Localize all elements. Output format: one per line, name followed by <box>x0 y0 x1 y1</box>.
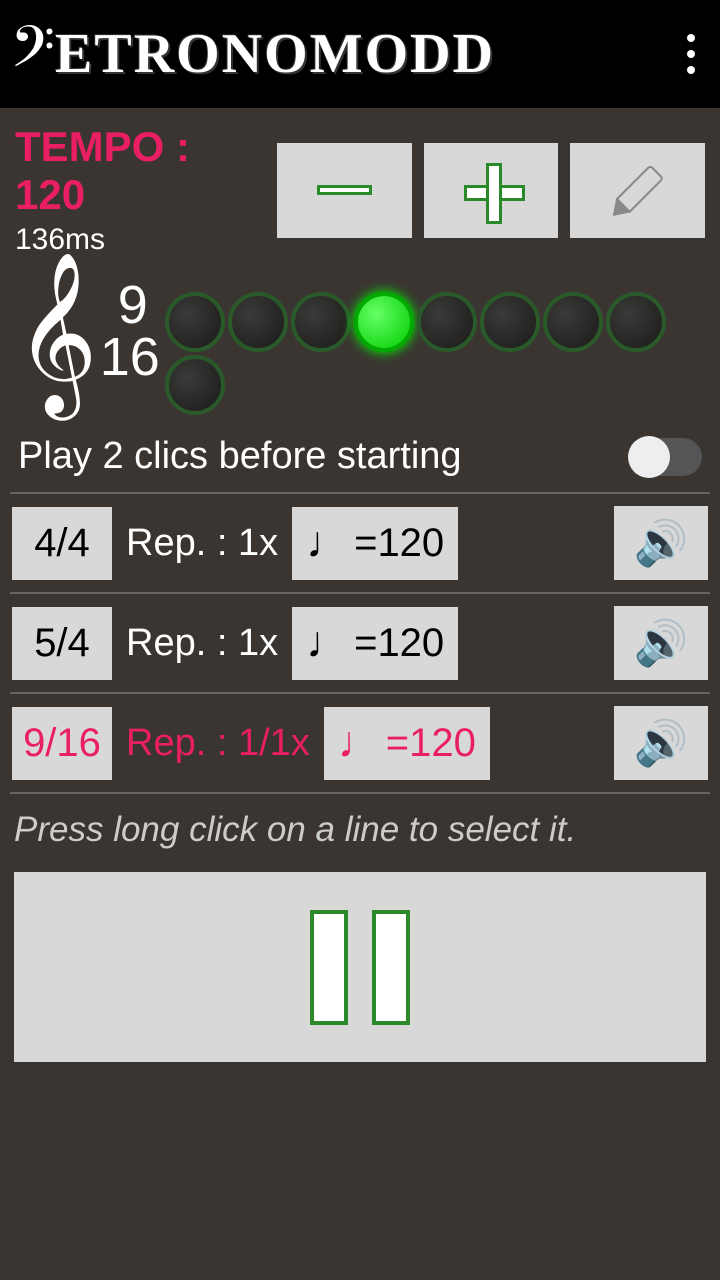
pre-clicks-row: Play 2 clics before starting <box>0 425 720 488</box>
speaker-icon: 🔊 <box>634 517 689 569</box>
bpm-button[interactable]: ♩=120 <box>324 707 490 780</box>
minus-icon <box>317 185 372 195</box>
speaker-icon: 🔊 <box>634 617 689 669</box>
divider <box>10 692 710 694</box>
bpm-button[interactable]: ♩=120 <box>292 607 458 680</box>
app-header: 𝄢 ETRONOMODD <box>0 0 720 108</box>
app-title: ETRONOMODD <box>55 22 495 86</box>
tempo-minus-button[interactable] <box>277 143 412 238</box>
app-logo: 𝄢 ETRONOMODD <box>10 19 495 89</box>
note-icon: ♩ <box>306 632 350 654</box>
beat-indicators <box>165 272 685 415</box>
beat-indicator[interactable] <box>228 292 288 352</box>
time-sig-button[interactable]: 4/4 <box>12 507 112 580</box>
beat-indicator[interactable] <box>165 292 225 352</box>
beat-indicator[interactable] <box>354 292 414 352</box>
pause-icon <box>372 910 410 1025</box>
beat-indicator[interactable] <box>165 355 225 415</box>
pre-clicks-toggle[interactable] <box>630 438 702 476</box>
tempo-display: TEMPO : 120 136ms <box>15 123 265 257</box>
beat-indicator[interactable] <box>543 292 603 352</box>
hint-text: Press long click on a line to select it. <box>0 798 720 862</box>
beat-indicator[interactable] <box>480 292 540 352</box>
bpm-button[interactable]: ♩=120 <box>292 507 458 580</box>
sound-button[interactable]: 🔊 <box>614 706 708 780</box>
repeat-label: Rep. : 1x <box>126 622 278 665</box>
pause-button[interactable] <box>14 872 706 1062</box>
beat-indicator[interactable] <box>417 292 477 352</box>
bass-clef-icon: 𝄢 <box>10 19 55 89</box>
sequence-row[interactable]: 5/4 Rep. : 1x ♩=120 🔊 <box>0 598 720 688</box>
beat-indicator[interactable] <box>291 292 351 352</box>
note-icon: ♩ <box>338 732 382 754</box>
tempo-controls: TEMPO : 120 136ms <box>0 108 720 262</box>
plus-icon <box>464 163 519 218</box>
time-signature: 9 16 <box>100 280 160 383</box>
tempo-label: TEMPO : 120 <box>15 123 265 219</box>
beat-indicator[interactable] <box>606 292 666 352</box>
speaker-icon: 🔊 <box>634 717 689 769</box>
sequence-row[interactable]: 4/4 Rep. : 1x ♩=120 🔊 <box>0 498 720 588</box>
time-sig-button[interactable]: 5/4 <box>12 607 112 680</box>
divider <box>10 492 710 494</box>
tempo-plus-button[interactable] <box>424 143 559 238</box>
pencil-icon <box>599 151 677 229</box>
sound-button[interactable]: 🔊 <box>614 606 708 680</box>
divider <box>10 592 710 594</box>
clef-block: 𝄞 9 16 <box>15 272 160 391</box>
divider <box>10 792 710 794</box>
tempo-ms: 136ms <box>15 223 265 257</box>
sequence-row[interactable]: 9/16 Rep. : 1/1x ♩=120 🔊 <box>0 698 720 788</box>
pause-icon <box>310 910 348 1025</box>
edit-button[interactable] <box>570 143 705 238</box>
note-icon: ♩ <box>306 532 350 554</box>
pre-clicks-label: Play 2 clics before starting <box>18 435 462 478</box>
repeat-label: Rep. : 1/1x <box>126 722 310 765</box>
staff-display: 𝄞 9 16 <box>0 262 720 425</box>
menu-icon[interactable] <box>687 34 695 74</box>
time-sig-button[interactable]: 9/16 <box>12 707 112 780</box>
repeat-label: Rep. : 1x <box>126 522 278 565</box>
treble-clef-icon: 𝄞 <box>15 272 98 391</box>
sound-button[interactable]: 🔊 <box>614 506 708 580</box>
